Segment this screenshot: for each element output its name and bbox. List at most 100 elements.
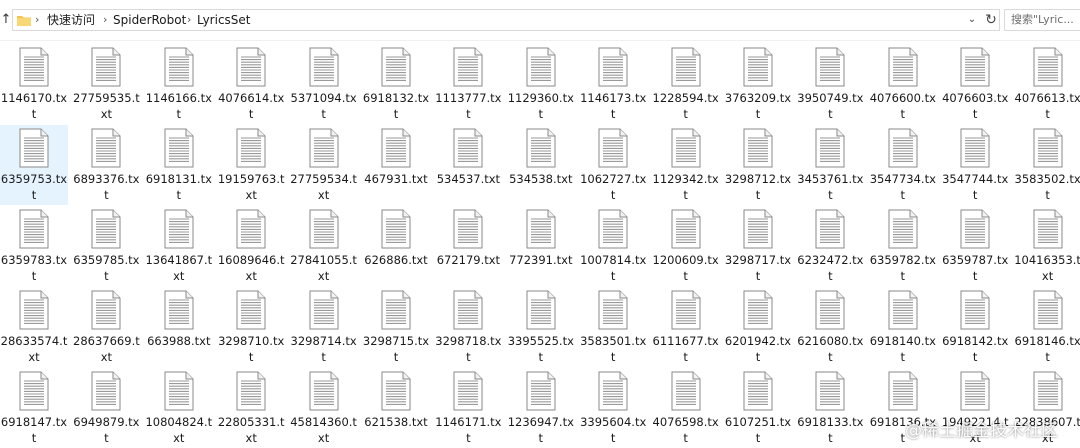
file-item[interactable]: 1146170.txt [0,44,68,124]
file-item[interactable]: 1062727.txt [579,125,647,205]
file-item[interactable]: 4076600.txt [869,44,937,124]
file-name: 1236947.txt [507,415,574,445]
file-item[interactable]: 1236947.txt [507,368,575,448]
file-item[interactable]: 6359753.txt [0,125,68,205]
file-item[interactable]: 6918140.txt [869,287,937,367]
file-item[interactable]: 6918146.txt [1014,287,1080,367]
file-name: 3547744.txt [942,172,1009,202]
chevron-right-icon: › [35,13,40,26]
file-item[interactable]: 621538.txt [362,368,430,448]
chevron-down-icon[interactable]: ⌄ [965,12,979,28]
file-item[interactable]: 4076614.txt [217,44,285,124]
file-item[interactable]: 16089646.txt [217,206,285,286]
file-item[interactable]: 3763209.txt [724,44,792,124]
file-item[interactable]: 4076598.txt [652,368,720,448]
file-item[interactable]: 27759534.txt [290,125,358,205]
file-item[interactable]: 3547744.txt [941,125,1009,205]
text-document-icon [309,47,339,87]
file-name: 1146166.txt [145,91,212,121]
file-item[interactable]: 1228594.txt [652,44,720,124]
file-item[interactable]: 3298710.txt [217,287,285,367]
up-arrow-icon[interactable]: ↑ [0,9,12,31]
file-item[interactable]: 1113777.txt [434,44,502,124]
file-item[interactable]: 1146171.txt [434,368,502,448]
file-item[interactable]: 3547734.txt [869,125,937,205]
file-item[interactable]: 6918133.txt [796,368,864,448]
file-name: 6232472.txt [797,253,864,283]
file-item[interactable]: 1146173.txt [579,44,647,124]
file-item[interactable]: 1129342.txt [652,125,720,205]
file-item[interactable]: 6111677.txt [652,287,720,367]
breadcrumb-item-quick-access[interactable]: 快速访问 [47,12,95,28]
file-item[interactable]: 5371094.txt [290,44,358,124]
file-name: 1129360.txt [507,91,574,121]
file-item[interactable]: 6359787.txt [941,206,1009,286]
file-grid: 1146170.txt 27759535.txt 1146166.txt 407661… [0,44,1080,447]
file-item[interactable]: 6201942.txt [724,287,792,367]
file-item[interactable]: 45814360.txt [290,368,358,448]
file-item[interactable]: 6359782.txt [869,206,937,286]
text-document-icon [743,290,773,330]
file-item[interactable]: 27841055.txt [290,206,358,286]
text-document-icon [815,371,845,411]
text-document-icon [309,209,339,249]
file-item[interactable]: 4076603.txt [941,44,1009,124]
file-item[interactable]: 1129360.txt [507,44,575,124]
file-item[interactable]: 3298714.txt [290,287,358,367]
file-item[interactable]: 672179.txt [434,206,502,286]
file-item[interactable]: 3298717.txt [724,206,792,286]
file-item[interactable]: 13641867.txt [145,206,213,286]
file-item[interactable]: 3395604.txt [579,368,647,448]
file-item[interactable]: 3298712.txt [724,125,792,205]
file-name: 6918131.txt [145,172,212,202]
file-item[interactable]: 3583501.txt [579,287,647,367]
file-item[interactable]: 6918131.txt [145,125,213,205]
file-item[interactable]: 6893376.txt [72,125,140,205]
file-item[interactable]: 28633574.txt [0,287,68,367]
search-input[interactable]: 搜索"Lyric... [1004,9,1080,31]
file-item[interactable]: 3453761.txt [796,125,864,205]
file-item[interactable]: 3298715.txt [362,287,430,367]
text-document-icon [381,128,411,168]
file-item[interactable]: 6107251.txt [724,368,792,448]
file-item[interactable]: 28637669.txt [72,287,140,367]
file-item[interactable]: 10804824.txt [145,368,213,448]
file-item[interactable]: 1007814.txt [579,206,647,286]
file-item[interactable]: 3395525.txt [507,287,575,367]
file-item[interactable]: 626886.txt [362,206,430,286]
refresh-icon[interactable]: ↻ [982,9,1000,31]
file-item[interactable]: 10416353.txt [1014,206,1080,286]
file-name: 772391.txt [509,253,573,267]
file-item[interactable]: 3583502.txt [1014,125,1080,205]
file-item[interactable]: 3950749.txt [796,44,864,124]
file-name: 621538.txt [364,415,428,429]
file-item[interactable]: 772391.txt [507,206,575,286]
file-item[interactable]: 6359785.txt [72,206,140,286]
file-item[interactable]: 6918147.txt [0,368,68,448]
file-item[interactable]: 1200609.txt [652,206,720,286]
file-item[interactable]: 6216080.txt [796,287,864,367]
breadcrumb-item-lyricsset[interactable]: LyricsSet [197,12,251,28]
file-item[interactable]: 22805331.txt [217,368,285,448]
file-item[interactable]: 6918142.txt [941,287,1009,367]
file-item[interactable]: 1146166.txt [145,44,213,124]
file-item[interactable]: 534538.txt [507,125,575,205]
text-document-icon [960,128,990,168]
file-item[interactable]: 27759535.txt [72,44,140,124]
file-item[interactable]: 6918132.txt [362,44,430,124]
file-item[interactable]: 467931.txt [362,125,430,205]
file-item[interactable]: 534537.txt [434,125,502,205]
text-document-icon [888,290,918,330]
file-item[interactable]: 4076613.txt [1014,44,1080,124]
text-document-icon [888,47,918,87]
file-item[interactable]: 6949879.txt [72,368,140,448]
text-document-icon [381,209,411,249]
breadcrumb[interactable]: › 快速访问 › SpiderRobot › LyricsSet ⌄ [12,9,1000,31]
file-item[interactable]: 6359783.txt [0,206,68,286]
file-item[interactable]: 663988.txt [145,287,213,367]
file-item[interactable]: 19159763.txt [217,125,285,205]
file-item[interactable]: 3298718.txt [434,287,502,367]
breadcrumb-item-spiderrobot[interactable]: SpiderRobot [113,12,186,28]
text-document-icon [598,371,628,411]
file-item[interactable]: 6232472.txt [796,206,864,286]
